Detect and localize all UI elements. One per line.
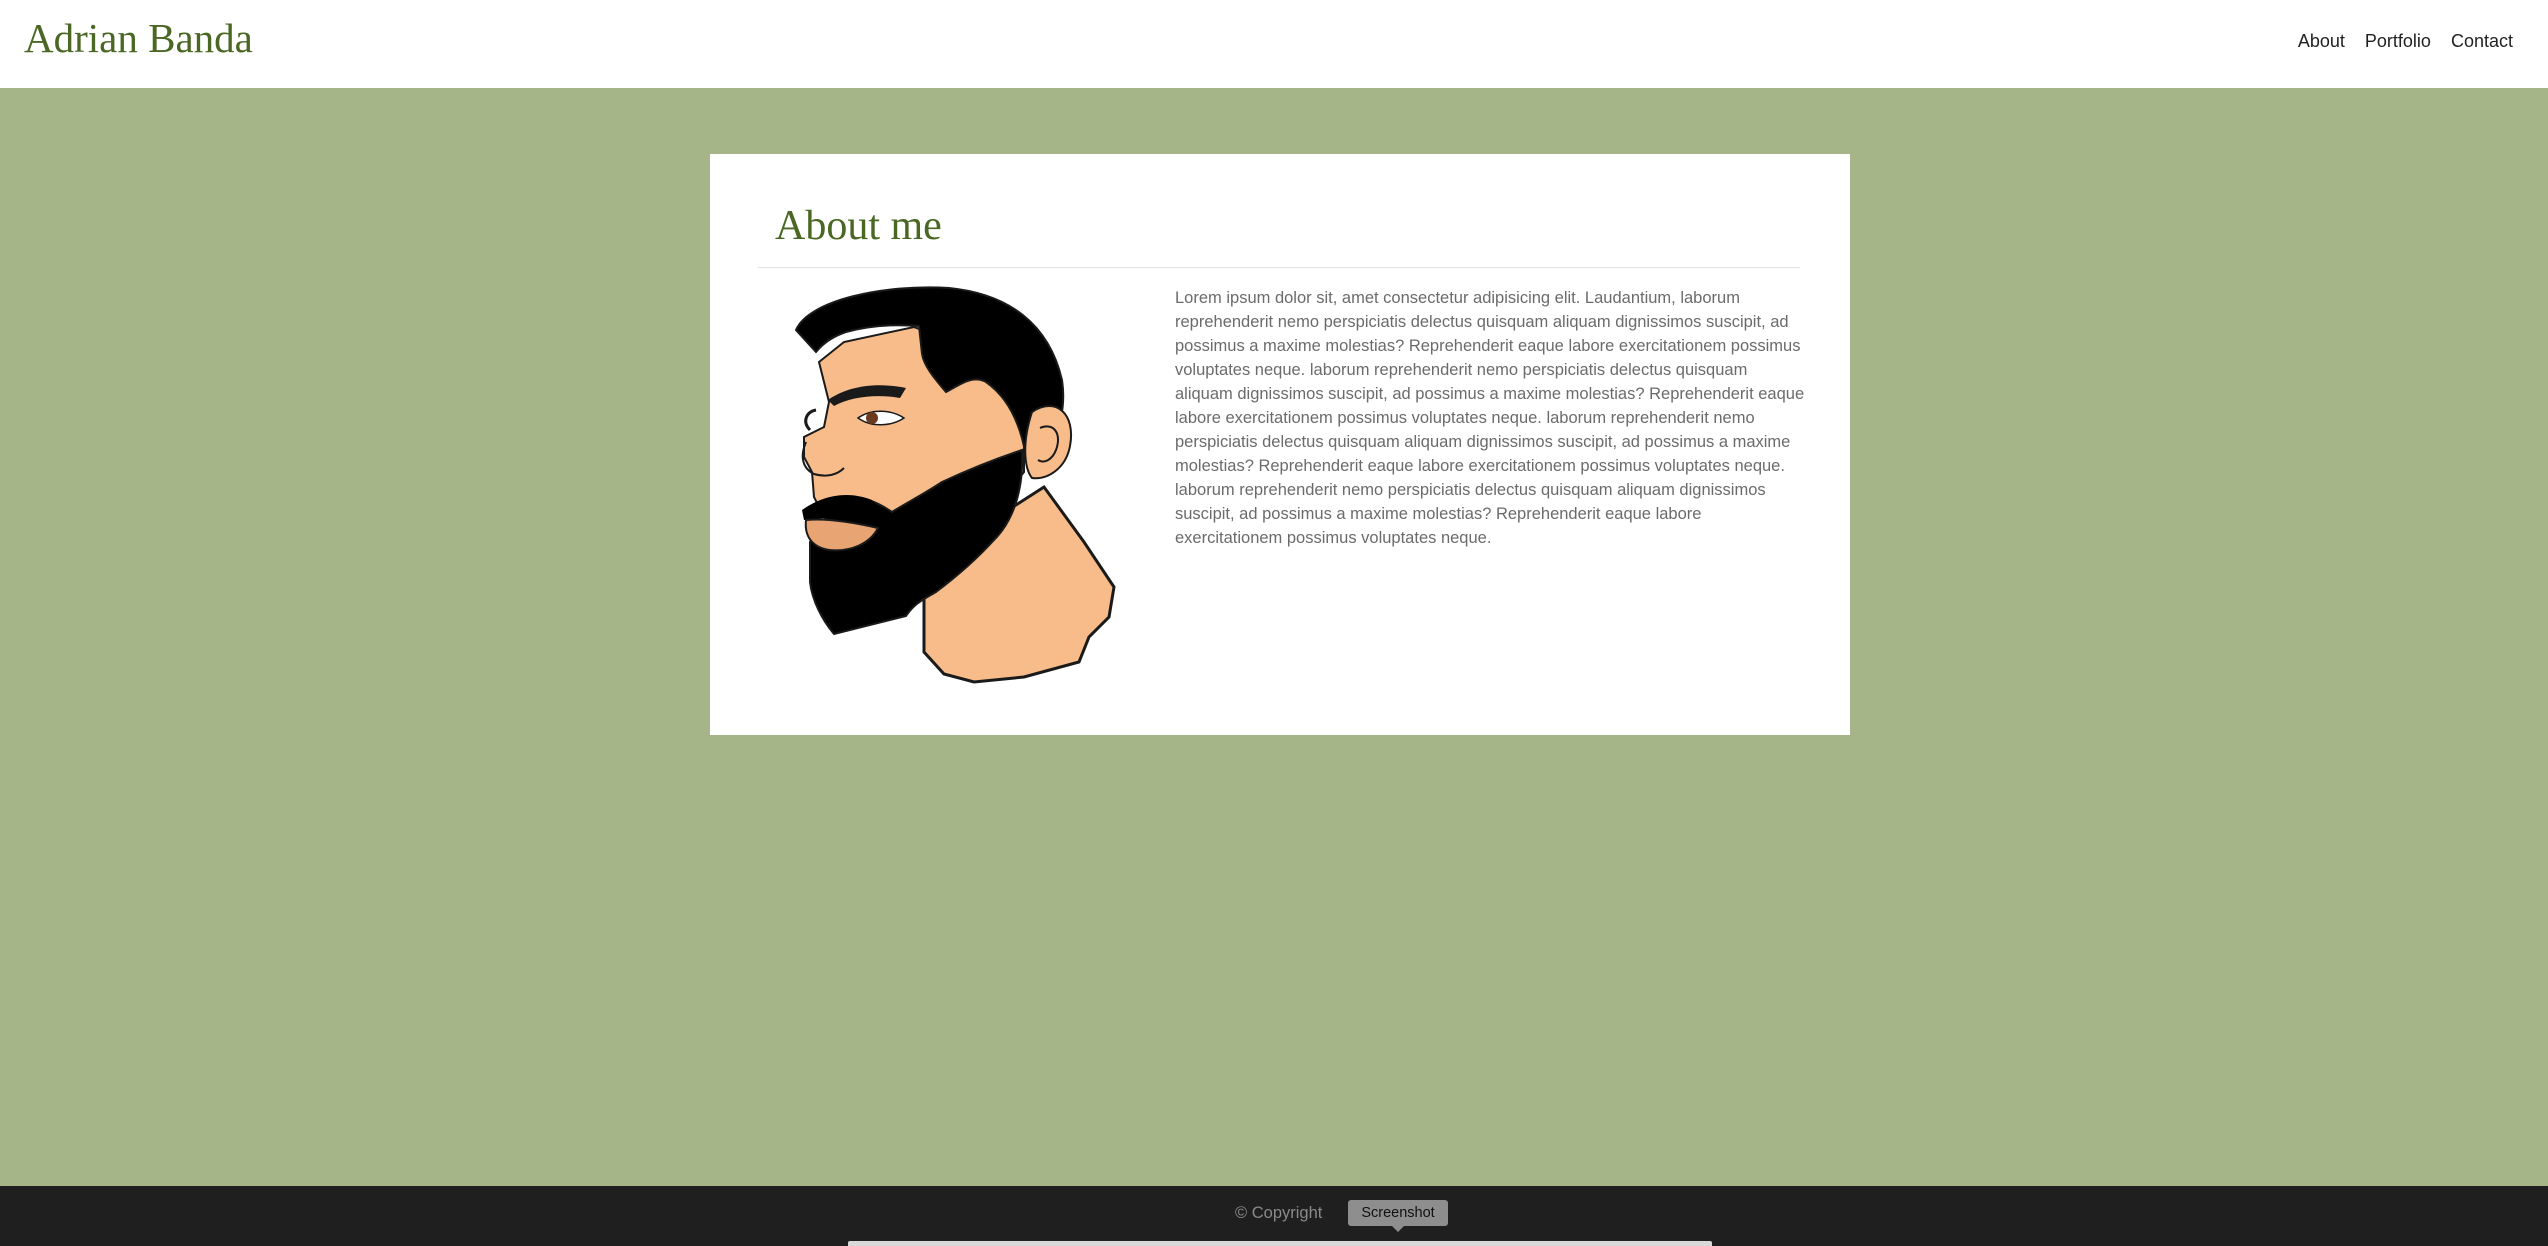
about-title: About me [775,203,942,249]
site-brand[interactable]: Adrian Banda [24,14,253,62]
page-footer: © Copyright Screenshot [0,1186,2548,1246]
main-nav: About Portfolio Contact [2298,31,2513,52]
screenshot-tooltip: Screenshot [1348,1200,1448,1232]
about-paragraph: Lorem ipsum dolor sit, amet consectetur … [1175,289,1805,547]
portrait-illustration [794,286,1116,684]
copyright-text: © Copyright [1235,1204,1323,1222]
about-card: About me Lorem ipsum dolor sit, amet con… [710,154,1850,735]
nav-link-contact[interactable]: Contact [2451,31,2513,52]
title-divider [758,267,1800,268]
bottom-preview-strip [848,1241,1712,1246]
nav-link-portfolio[interactable]: Portfolio [2365,31,2431,52]
top-navbar: Adrian Banda About Portfolio Contact [0,0,2548,88]
nav-link-about[interactable]: About [2298,31,2345,52]
